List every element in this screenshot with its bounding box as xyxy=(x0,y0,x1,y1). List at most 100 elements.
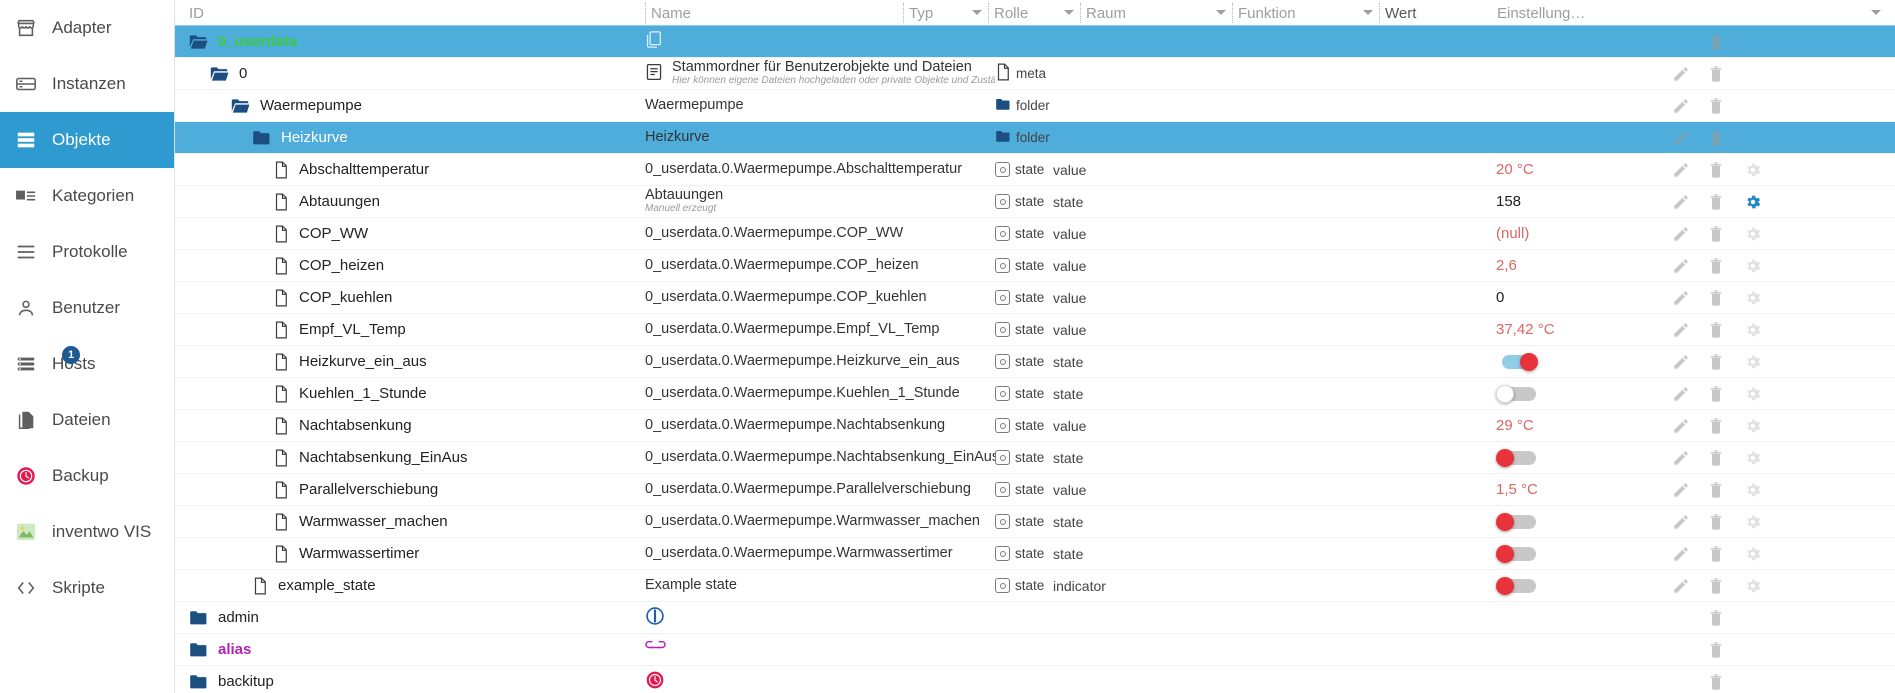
gear-icon[interactable] xyxy=(1744,321,1762,339)
column-header-name[interactable]: Name xyxy=(645,1,903,25)
cell-id[interactable]: Waermepumpe xyxy=(175,97,645,114)
cell-id[interactable]: Nachtabsenkung xyxy=(175,417,645,435)
cell-wert[interactable] xyxy=(1496,512,1664,531)
cell-id[interactable]: admin xyxy=(175,609,645,626)
delete-icon[interactable] xyxy=(1708,129,1726,147)
table-row[interactable]: Abschalttemperatur 0_userdata.0.Waermepum… xyxy=(175,154,1895,186)
edit-icon[interactable] xyxy=(1672,417,1690,435)
column-header-typ[interactable]: Typ xyxy=(903,1,988,25)
cell-id[interactable]: Abtauungen xyxy=(175,193,645,211)
sidebar-item-benutzer[interactable]: Benutzer xyxy=(0,280,174,336)
cell-wert[interactable] xyxy=(1496,384,1664,403)
delete-icon[interactable] xyxy=(1708,513,1726,531)
chevron-down-icon[interactable] xyxy=(1871,10,1881,15)
delete-icon[interactable] xyxy=(1708,257,1726,275)
cell-id[interactable]: backitup xyxy=(175,673,645,690)
sidebar-item-dateien[interactable]: Dateien xyxy=(0,392,174,448)
table-row[interactable]: COP_kuehlen 0_userdata.0.Waermepumpe.COP_… xyxy=(175,282,1895,314)
delete-icon[interactable] xyxy=(1708,193,1726,211)
value-toggle-switch[interactable] xyxy=(1496,512,1538,531)
sidebar-item-protokolle[interactable]: Protokolle xyxy=(0,224,174,280)
gear-icon[interactable] xyxy=(1744,449,1762,467)
table-row[interactable]: Abtauungen Abtauungen Manuell erzeugt state… xyxy=(175,186,1895,218)
cell-wert[interactable]: 20 °C xyxy=(1496,161,1664,178)
cell-id[interactable]: Abschalttemperatur xyxy=(175,161,645,179)
edit-icon[interactable] xyxy=(1672,193,1690,211)
sidebar-item-hosts[interactable]: Hosts1 xyxy=(0,336,174,392)
chevron-down-icon[interactable] xyxy=(1064,10,1074,15)
cell-id[interactable]: Warmwassertimer xyxy=(175,545,645,563)
column-header-raum[interactable]: Raum xyxy=(1080,1,1232,25)
delete-icon[interactable] xyxy=(1708,161,1726,179)
value-toggle-switch[interactable] xyxy=(1496,448,1538,467)
column-header-rolle[interactable]: Rolle xyxy=(988,1,1080,25)
cell-id[interactable]: Warmwasser_machen xyxy=(175,513,645,531)
table-row[interactable]: 0 Stammordner für Benutzerobjekte und Dat… xyxy=(175,58,1895,90)
delete-icon[interactable] xyxy=(1708,65,1726,83)
cell-wert[interactable]: (null) xyxy=(1496,225,1664,242)
cell-id[interactable]: COP_kuehlen xyxy=(175,289,645,307)
edit-icon[interactable] xyxy=(1672,385,1690,403)
value-toggle-switch[interactable] xyxy=(1496,352,1538,371)
value-toggle-switch[interactable] xyxy=(1496,544,1538,563)
sidebar-item-inventwo-vis[interactable]: inventwo VIS xyxy=(0,504,174,560)
delete-icon[interactable] xyxy=(1708,481,1726,499)
column-header-wert[interactable]: Wert xyxy=(1379,1,1491,25)
table-row[interactable]: Empf_VL_Temp 0_userdata.0.Waermepumpe.Emp… xyxy=(175,314,1895,346)
edit-icon[interactable] xyxy=(1672,481,1690,499)
delete-icon[interactable] xyxy=(1708,673,1726,691)
table-row[interactable]: Warmwasser_machen 0_userdata.0.Waermepump… xyxy=(175,506,1895,538)
edit-icon[interactable] xyxy=(1672,353,1690,371)
delete-icon[interactable] xyxy=(1708,321,1726,339)
cell-id[interactable]: Heizkurve xyxy=(175,129,645,146)
delete-icon[interactable] xyxy=(1708,225,1726,243)
edit-icon[interactable] xyxy=(1672,577,1690,595)
chevron-down-icon[interactable] xyxy=(972,10,982,15)
sidebar-item-backup[interactable]: Backup xyxy=(0,448,174,504)
chevron-down-icon[interactable] xyxy=(1363,10,1373,15)
cell-wert[interactable] xyxy=(1496,544,1664,563)
cell-id[interactable]: COP_WW xyxy=(175,225,645,243)
gear-icon[interactable] xyxy=(1744,225,1762,243)
delete-icon[interactable] xyxy=(1708,289,1726,307)
cell-id[interactable]: 0_userdata xyxy=(175,33,645,50)
delete-icon[interactable] xyxy=(1708,545,1726,563)
table-row[interactable]: admin xyxy=(175,602,1895,634)
column-header-funktion[interactable]: Funktion xyxy=(1232,1,1379,25)
table-row[interactable]: alias xyxy=(175,634,1895,666)
cell-wert[interactable]: 37,42 °C xyxy=(1496,321,1664,338)
cell-id[interactable]: Empf_VL_Temp xyxy=(175,321,645,339)
sidebar-item-objekte[interactable]: Objekte xyxy=(0,112,174,168)
sidebar-item-kategorien[interactable]: Kategorien xyxy=(0,168,174,224)
edit-icon[interactable] xyxy=(1672,257,1690,275)
cell-wert[interactable]: 158 xyxy=(1496,193,1664,210)
gear-icon[interactable] xyxy=(1744,545,1762,563)
cell-id[interactable]: example_state xyxy=(175,577,645,595)
sidebar-item-adapter[interactable]: Adapter xyxy=(0,0,174,56)
delete-icon[interactable] xyxy=(1708,385,1726,403)
table-row[interactable]: Warmwassertimer 0_userdata.0.Waermepumpe.… xyxy=(175,538,1895,570)
edit-icon[interactable] xyxy=(1672,65,1690,83)
delete-icon[interactable] xyxy=(1708,609,1726,627)
edit-icon[interactable] xyxy=(1672,129,1690,147)
delete-icon[interactable] xyxy=(1708,577,1726,595)
gear-icon[interactable] xyxy=(1744,353,1762,371)
cell-id[interactable]: 0 xyxy=(175,65,645,82)
edit-icon[interactable] xyxy=(1672,449,1690,467)
edit-icon[interactable] xyxy=(1672,97,1690,115)
table-row[interactable]: example_state Example state state indicator xyxy=(175,570,1895,602)
edit-icon[interactable] xyxy=(1672,513,1690,531)
delete-icon[interactable] xyxy=(1708,353,1726,371)
delete-icon[interactable] xyxy=(1708,97,1726,115)
delete-icon[interactable] xyxy=(1708,33,1726,51)
cell-wert[interactable] xyxy=(1496,576,1664,595)
edit-icon[interactable] xyxy=(1672,545,1690,563)
cell-id[interactable]: Parallelverschiebung xyxy=(175,481,645,499)
edit-icon[interactable] xyxy=(1672,225,1690,243)
table-row[interactable]: Parallelverschiebung 0_userdata.0.Waermep… xyxy=(175,474,1895,506)
cell-wert[interactable]: 1,5 °C xyxy=(1496,481,1664,498)
table-row[interactable]: Nachtabsenkung 0_userdata.0.Waermepumpe.N… xyxy=(175,410,1895,442)
table-row[interactable]: Nachtabsenkung_EinAus 0_userdata.0.Waerme… xyxy=(175,442,1895,474)
delete-icon[interactable] xyxy=(1708,449,1726,467)
cell-wert[interactable]: 0 xyxy=(1496,289,1664,306)
